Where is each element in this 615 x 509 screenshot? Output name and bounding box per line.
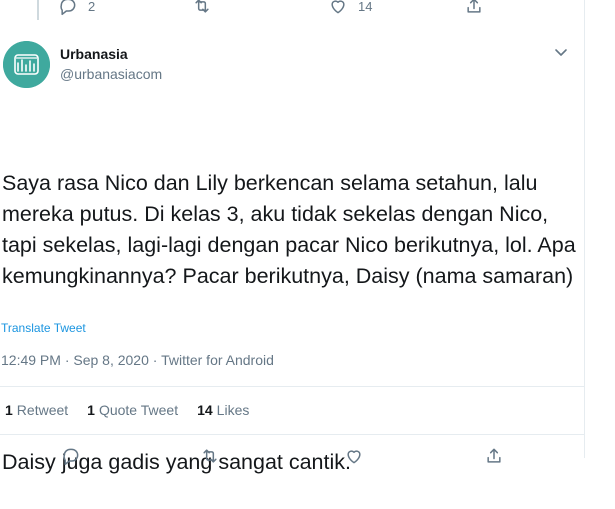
like-button[interactable] <box>344 446 364 466</box>
share-icon <box>487 448 501 463</box>
reply-button[interactable]: 2 <box>58 0 95 16</box>
like-icon <box>331 0 345 14</box>
previous-tweet-actions: 2 14 <box>0 0 585 20</box>
share-button[interactable] <box>484 446 504 466</box>
like-count: 14 <box>358 0 373 14</box>
tweet-paragraph-1: Saya rasa Nico dan Lily berkencan selama… <box>2 171 582 288</box>
likes-stat[interactable]: 14 Likes <box>197 402 249 418</box>
retweets-label: Retweet <box>16 402 69 418</box>
urbanasia-logo-icon <box>3 41 50 88</box>
reply-button[interactable] <box>61 446 81 466</box>
reply-count: 2 <box>88 0 96 14</box>
avatar[interactable] <box>3 41 50 88</box>
quotes-count: 1 <box>87 402 95 418</box>
retweet-icon <box>203 449 217 463</box>
reply-icon <box>63 448 79 466</box>
like-button[interactable]: 14 <box>328 0 372 16</box>
retweet-button[interactable] <box>200 446 220 466</box>
divider <box>0 386 585 387</box>
author-name[interactable]: Urbanasia <box>60 46 128 62</box>
retweet-icon <box>195 0 209 13</box>
tweet-timestamp-source[interactable]: 12:49 PM · Sep 8, 2020 · Twitter for And… <box>1 352 274 368</box>
translate-tweet-link[interactable]: Translate Tweet <box>1 321 86 335</box>
column-border <box>584 0 585 458</box>
divider <box>0 434 585 435</box>
like-icon <box>347 450 361 464</box>
engagement-stats: 1 Retweet 1 Quote Tweet 14 Likes <box>5 402 249 418</box>
retweets-count: 1 <box>5 402 13 418</box>
retweet-button[interactable] <box>192 0 212 16</box>
tweet-actions <box>0 446 585 470</box>
quote-tweets-stat[interactable]: 1 Quote Tweet <box>87 402 178 418</box>
share-icon <box>467 0 481 13</box>
retweets-stat[interactable]: 1 Retweet <box>5 402 68 418</box>
likes-count: 14 <box>197 402 213 418</box>
more-options-button[interactable] <box>553 44 569 60</box>
more-caret-icon <box>555 49 567 56</box>
likes-label: Likes <box>216 402 250 418</box>
author-handle[interactable]: @urbanasiacom <box>60 66 162 82</box>
reply-icon <box>60 0 76 16</box>
share-button[interactable] <box>464 0 484 16</box>
quotes-label: Quote Tweet <box>98 402 179 418</box>
